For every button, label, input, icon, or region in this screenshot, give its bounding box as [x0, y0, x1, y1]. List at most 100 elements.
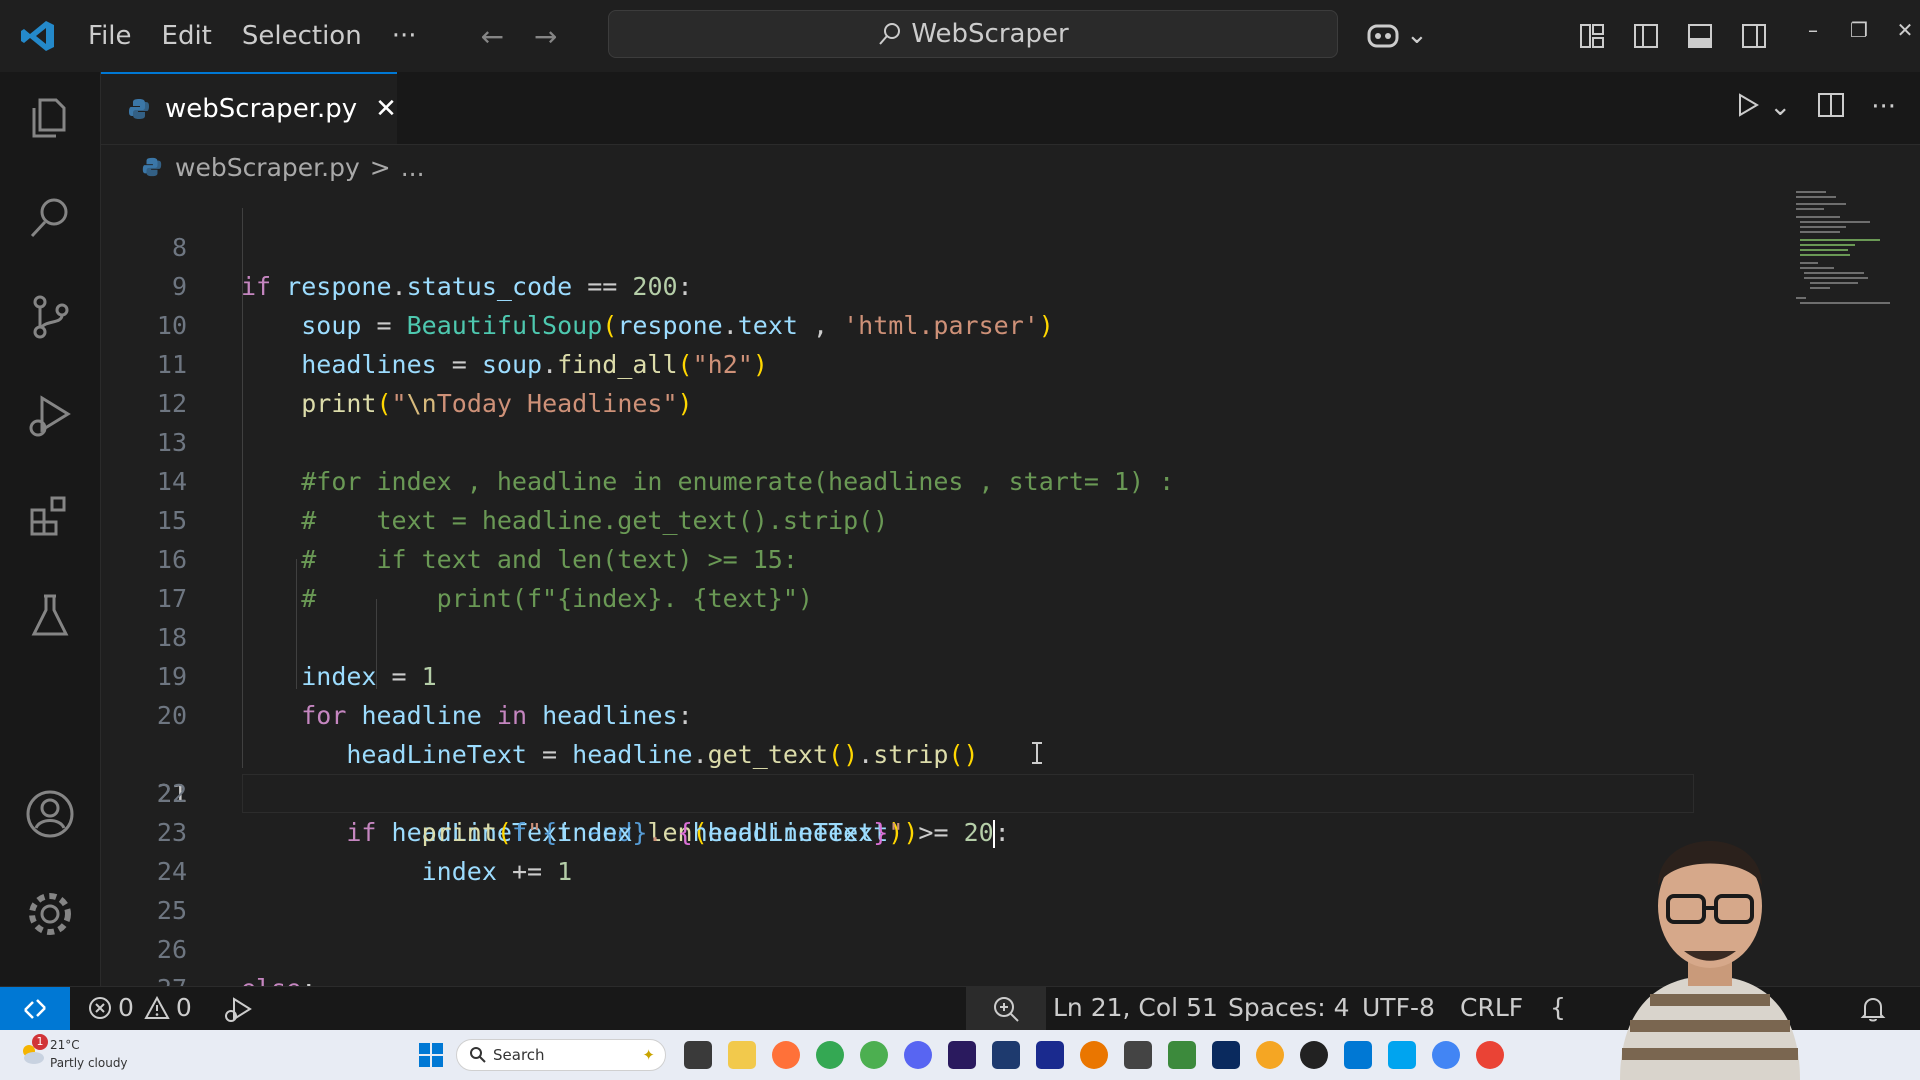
firefox-icon[interactable] — [772, 1041, 800, 1069]
menu-more[interactable]: ··· — [392, 21, 417, 51]
minimap[interactable] — [1796, 189, 1916, 309]
code-line: 22 print(f"{index}. {headLineText}") — [101, 735, 1691, 847]
search-icon — [879, 23, 901, 45]
eol-setting[interactable]: CRLF — [1460, 993, 1523, 1022]
line-number: 27 — [101, 969, 187, 986]
zoom-indicator[interactable] — [966, 987, 1046, 1031]
settings-gear-icon[interactable] — [24, 888, 76, 940]
editor-actions: ⌄ ··· — [1709, 92, 1896, 125]
taskbar-search-placeholder: Search — [493, 1046, 545, 1064]
copilot-icon — [1367, 24, 1399, 48]
weather-badge: 1 — [32, 1034, 48, 1050]
toggle-panel-icon[interactable] — [1682, 18, 1718, 54]
clapper-app-icon[interactable] — [1124, 1041, 1152, 1069]
cursor-position[interactable]: Ln 21, Col 51 — [1053, 993, 1218, 1022]
more-actions-icon[interactable]: ··· — [1871, 92, 1896, 125]
toggle-primary-sidebar-icon[interactable] — [1628, 18, 1664, 54]
obs-icon[interactable] — [1300, 1041, 1328, 1069]
editor-tabs: webScraper.py ✕ ⌄ ··· — [101, 72, 1920, 145]
blender-icon[interactable] — [1080, 1041, 1108, 1069]
back-arrow-icon[interactable]: ← — [481, 20, 504, 53]
code-line: 20 headLineText = headline.get_text().st… — [101, 657, 1691, 769]
explorer-icon[interactable] — [24, 92, 76, 144]
run-debug-icon[interactable] — [24, 390, 76, 442]
windows-start-icon[interactable] — [418, 1042, 444, 1072]
photoshop-icon[interactable] — [1212, 1041, 1240, 1069]
copilot-menu[interactable]: ⌄ — [1366, 20, 1428, 50]
code-line: 18 index = 1 — [101, 579, 1691, 691]
notifications-bell-icon[interactable] — [1860, 995, 1886, 1023]
store-app-icon[interactable] — [1388, 1041, 1416, 1069]
weather-temp: 21°C — [50, 1038, 80, 1052]
chrome-profile-icon[interactable] — [1432, 1041, 1460, 1069]
warning-icon — [144, 995, 170, 1019]
chevron-down-icon: ⌄ — [1406, 20, 1428, 50]
navigation-arrows: ← → — [481, 20, 588, 53]
discord-icon[interactable] — [904, 1041, 932, 1069]
customize-layout-icon[interactable] — [1574, 18, 1610, 54]
toggle-secondary-sidebar-icon[interactable] — [1736, 18, 1772, 54]
menu-bar: File Edit Selection ··· — [88, 21, 447, 51]
close-tab-icon[interactable]: ✕ — [375, 94, 397, 124]
run-python-icon[interactable] — [1735, 92, 1761, 125]
weather-condition: Partly cloudy — [50, 1056, 128, 1070]
file-explorer-icon[interactable] — [728, 1041, 756, 1069]
code-line: 19 for headline in headlines: — [101, 618, 1691, 730]
error-icon — [89, 996, 111, 1019]
code-line: 26 else: — [101, 891, 1691, 986]
game-app-icon[interactable] — [1256, 1041, 1284, 1069]
breadcrumb-file[interactable]: webScraper.py — [175, 153, 360, 182]
audition-icon[interactable] — [992, 1041, 1020, 1069]
warning-count: 0 — [175, 993, 192, 1022]
code-line: 17 — [101, 540, 1691, 613]
lock-app-icon[interactable] — [1168, 1041, 1196, 1069]
breadcrumb-symbols[interactable]: ... — [401, 153, 425, 182]
error-count: 0 — [118, 993, 134, 1022]
forward-arrow-icon[interactable]: → — [534, 20, 557, 53]
code-line: 27 print(f"Failed. Status code: {respone… — [101, 930, 1691, 986]
indentation-setting[interactable]: Spaces: 4 — [1228, 993, 1349, 1022]
search-view-icon[interactable] — [24, 192, 76, 244]
encoding-setting[interactable]: UTF-8 — [1362, 993, 1435, 1022]
layout-controls — [1574, 18, 1790, 54]
chrome-profile-2-icon[interactable] — [1476, 1041, 1504, 1069]
remote-indicator[interactable] — [0, 987, 70, 1031]
code-line-current: 21 if headLineText and len(headLineText)… — [101, 696, 1694, 848]
menu-selection[interactable]: Selection — [242, 21, 362, 51]
premiere-icon[interactable] — [948, 1041, 976, 1069]
chrome-icon[interactable] — [816, 1041, 844, 1069]
source-control-icon[interactable] — [24, 290, 76, 342]
media-encoder-icon[interactable] — [1036, 1041, 1064, 1069]
vscode-taskbar-icon[interactable] — [1344, 1041, 1372, 1069]
testing-icon[interactable] — [24, 590, 76, 642]
python-file-icon — [142, 157, 162, 177]
command-center-search[interactable]: WebScraper — [608, 10, 1338, 58]
task-view-icon[interactable] — [684, 1041, 712, 1069]
code-line: 11 print("\nToday Headlines") — [101, 306, 1691, 418]
run-chevron-down-icon[interactable]: ⌄ — [1769, 92, 1791, 125]
remote-icon — [24, 999, 46, 1019]
taskbar-search[interactable]: Search ✦ — [456, 1039, 666, 1071]
breadcrumb-separator: > — [369, 152, 391, 182]
tab-webscraper-py[interactable]: webScraper.py ✕ — [101, 72, 397, 144]
tab-label: webScraper.py — [165, 94, 358, 124]
debug-launch-icon[interactable] — [224, 995, 254, 1023]
accounts-icon[interactable] — [24, 788, 76, 840]
restore-icon[interactable]: ❐ — [1836, 18, 1882, 42]
title-bar: File Edit Selection ··· ← → WebScraper ⌄… — [0, 0, 1920, 72]
code-line: 9 soup = BeautifulSoup(respone.text , 'h… — [101, 228, 1691, 340]
menu-file[interactable]: File — [88, 21, 132, 51]
split-editor-icon[interactable] — [1817, 92, 1845, 125]
python-file-icon — [129, 99, 149, 119]
extensions-icon[interactable] — [24, 490, 76, 542]
minimize-icon[interactable]: – — [1790, 18, 1836, 42]
close-window-icon[interactable]: ✕ — [1882, 18, 1920, 42]
menu-edit[interactable]: Edit — [162, 21, 212, 51]
code-line: 25 — [101, 852, 1691, 925]
code-line: 8 if respone.status_code == 200: — [101, 189, 1691, 301]
code-line: 12 — [101, 345, 1691, 418]
problems-indicator[interactable]: 0 0 — [88, 993, 192, 1022]
code-line: 16 # print(f"{index}. {text}") — [101, 501, 1691, 613]
xbox-icon[interactable] — [860, 1041, 888, 1069]
mouse-ibeam-icon — [1032, 742, 1042, 764]
